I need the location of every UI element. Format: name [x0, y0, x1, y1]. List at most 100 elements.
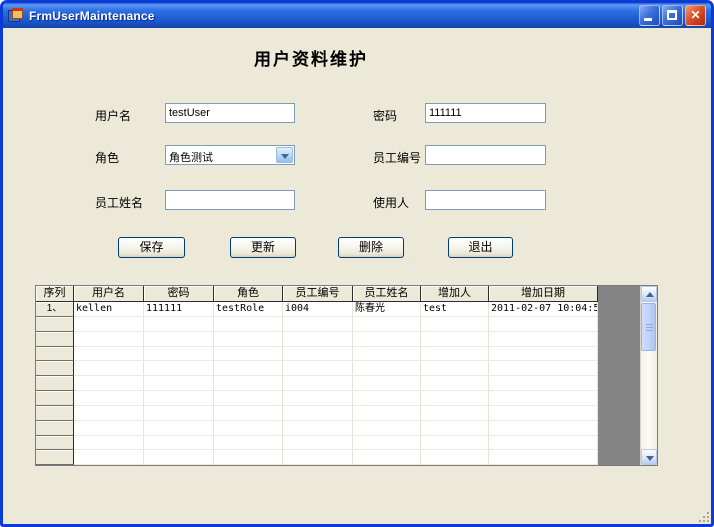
grid-cell[interactable] — [489, 406, 598, 421]
grid-column-header[interactable]: 增加日期 — [489, 286, 598, 302]
grid-cell[interactable] — [214, 361, 283, 376]
grid-cell[interactable] — [353, 406, 421, 421]
grid-cell[interactable] — [421, 376, 489, 391]
grid-cell[interactable] — [421, 450, 489, 465]
grid-cell[interactable] — [144, 450, 214, 465]
grid-row-header[interactable] — [36, 317, 74, 332]
grid-cell[interactable] — [353, 421, 421, 436]
grid-column-header[interactable]: 序列 — [36, 286, 74, 302]
grid-cell[interactable] — [489, 361, 598, 376]
grid-cell[interactable] — [353, 361, 421, 376]
scroll-up-button[interactable] — [641, 286, 657, 302]
grid-column-header[interactable]: 角色 — [214, 286, 283, 302]
save-button[interactable]: 保存 — [118, 237, 185, 258]
role-combo-dropdown-button[interactable] — [276, 147, 293, 163]
grid-row-header[interactable] — [36, 361, 74, 376]
grid-cell[interactable] — [283, 317, 353, 332]
grid-cell[interactable] — [144, 332, 214, 347]
grid-cell[interactable] — [144, 436, 214, 451]
minimize-button[interactable] — [639, 5, 660, 26]
vertical-scrollbar[interactable] — [640, 286, 657, 465]
grid-cell[interactable]: i004 — [283, 302, 353, 317]
resize-grip[interactable] — [696, 509, 709, 522]
grid-cell[interactable] — [144, 347, 214, 362]
user-input[interactable] — [425, 190, 546, 210]
exit-button[interactable]: 退出 — [448, 237, 513, 258]
grid-cell[interactable] — [74, 406, 144, 421]
grid-cell[interactable] — [283, 332, 353, 347]
grid-cell[interactable] — [489, 332, 598, 347]
grid-cell[interactable]: test — [421, 302, 489, 317]
scroll-down-button[interactable] — [641, 449, 657, 465]
grid-cell[interactable] — [74, 332, 144, 347]
grid-cell[interactable] — [214, 332, 283, 347]
grid-cell[interactable] — [74, 391, 144, 406]
grid-cell[interactable] — [421, 347, 489, 362]
grid-cell[interactable] — [283, 376, 353, 391]
grid-cell[interactable] — [283, 436, 353, 451]
grid-cell[interactable] — [353, 332, 421, 347]
grid-cell[interactable] — [421, 361, 489, 376]
grid-cell[interactable] — [283, 421, 353, 436]
grid-cell[interactable] — [489, 436, 598, 451]
grid-cell[interactable]: testRole — [214, 302, 283, 317]
grid-column-header[interactable]: 密码 — [144, 286, 214, 302]
grid-cell[interactable]: kellen — [74, 302, 144, 317]
grid-row-header[interactable] — [36, 391, 74, 406]
username-input[interactable] — [165, 103, 295, 123]
grid-cell[interactable] — [214, 347, 283, 362]
grid-cell[interactable] — [74, 421, 144, 436]
grid-cell[interactable] — [353, 317, 421, 332]
grid-cell[interactable] — [283, 347, 353, 362]
grid-row-header[interactable] — [36, 450, 74, 465]
grid-cell[interactable] — [353, 391, 421, 406]
maximize-button[interactable] — [662, 5, 683, 26]
grid-cell[interactable] — [74, 376, 144, 391]
grid-column-header[interactable]: 员工编号 — [283, 286, 353, 302]
grid-row-header[interactable] — [36, 406, 74, 421]
grid-cell[interactable] — [283, 361, 353, 376]
grid-cell[interactable]: 111111 — [144, 302, 214, 317]
update-button[interactable]: 更新 — [230, 237, 296, 258]
grid-row-header[interactable] — [36, 421, 74, 436]
grid-cell[interactable] — [283, 450, 353, 465]
grid-cell[interactable] — [421, 406, 489, 421]
grid-cell[interactable] — [214, 421, 283, 436]
grid-cell[interactable] — [144, 406, 214, 421]
grid-row-header[interactable]: 1、 — [36, 302, 74, 317]
grid-cell[interactable] — [489, 347, 598, 362]
grid-cell[interactable] — [214, 436, 283, 451]
grid-cell[interactable] — [214, 391, 283, 406]
grid-cell[interactable] — [144, 391, 214, 406]
grid-cell[interactable] — [421, 332, 489, 347]
grid-cell[interactable] — [283, 391, 353, 406]
grid-column-header[interactable]: 增加人 — [421, 286, 489, 302]
grid-cell[interactable] — [214, 376, 283, 391]
grid-column-header[interactable]: 用户名 — [74, 286, 144, 302]
grid-cell[interactable] — [74, 347, 144, 362]
employee-name-input[interactable] — [165, 190, 295, 210]
grid-cell[interactable] — [489, 450, 598, 465]
grid-cell[interactable] — [353, 376, 421, 391]
grid-cell[interactable] — [214, 317, 283, 332]
grid-cell[interactable] — [421, 436, 489, 451]
scrollbar-thumb[interactable] — [641, 303, 656, 351]
grid-cell[interactable] — [489, 421, 598, 436]
grid-cell[interactable] — [144, 376, 214, 391]
grid-cell[interactable] — [353, 436, 421, 451]
role-combo[interactable]: 角色测试 — [165, 145, 295, 165]
delete-button[interactable]: 删除 — [338, 237, 404, 258]
grid-cell[interactable] — [421, 391, 489, 406]
grid-cell[interactable] — [144, 317, 214, 332]
grid-cell[interactable] — [74, 436, 144, 451]
grid-cell[interactable] — [74, 361, 144, 376]
grid-cell[interactable] — [421, 421, 489, 436]
grid-cell[interactable] — [489, 317, 598, 332]
close-button[interactable]: ✕ — [685, 5, 706, 26]
grid-row-header[interactable] — [36, 332, 74, 347]
grid-cell[interactable] — [421, 317, 489, 332]
employee-no-input[interactable] — [425, 145, 546, 165]
grid-cell[interactable] — [214, 450, 283, 465]
password-input[interactable] — [425, 103, 546, 123]
titlebar[interactable]: FrmUserMaintenance ✕ — [3, 3, 711, 28]
